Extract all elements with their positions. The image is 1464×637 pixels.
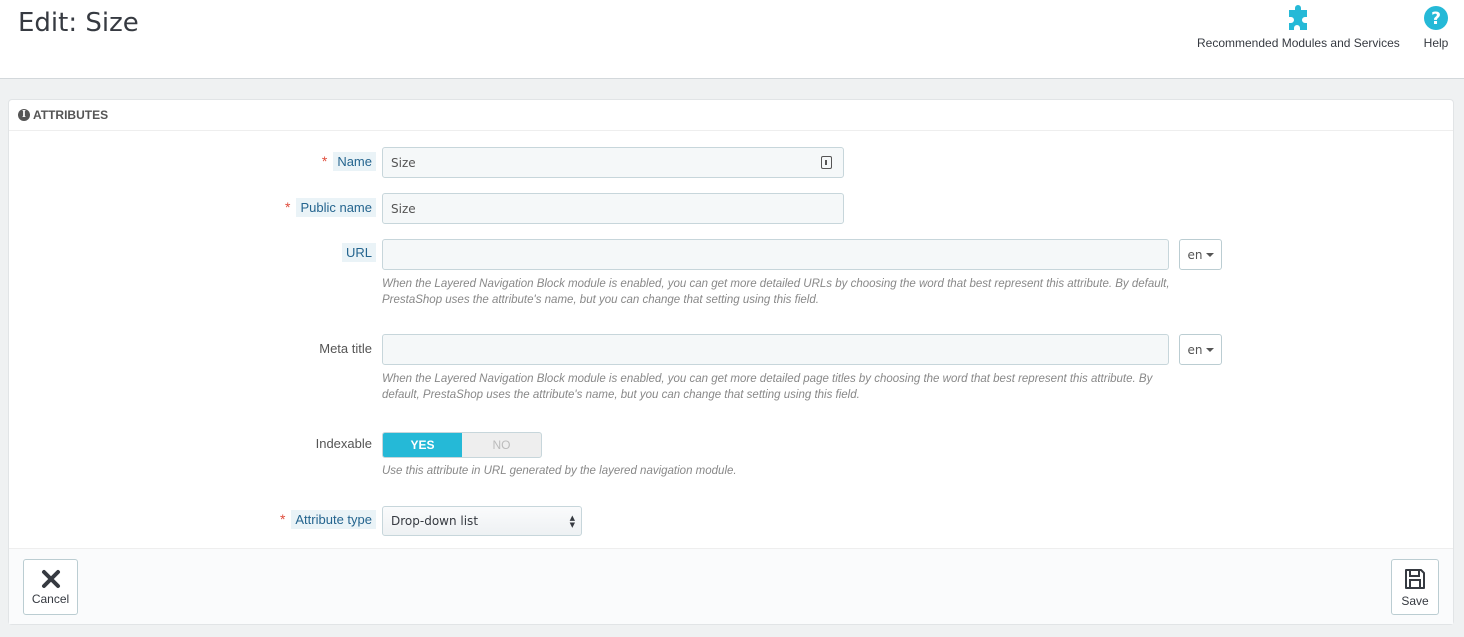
indexable-help-text: Use this attribute in URL generated by t… (382, 465, 737, 477)
attribute-type-label: * Attribute type (279, 510, 376, 529)
meta-title-label: Meta title (319, 341, 372, 356)
name-input[interactable]: Size (382, 147, 844, 178)
page-header: Edit: Size Recommended Modules and Servi… (0, 0, 1464, 79)
public-name-label: * Public name (285, 198, 376, 217)
select-arrows-icon: ▲ ▼ (569, 514, 575, 529)
caret-down-icon (1205, 347, 1214, 352)
panel-footer: Cancel Save (9, 548, 1453, 624)
url-help-text: When the Layered Navigation Block module… (382, 278, 1170, 306)
close-icon (41, 569, 60, 588)
required-marker: * (279, 511, 286, 527)
recommended-modules-label: Recommended Modules and Services (1197, 36, 1400, 50)
indexable-switch[interactable]: YES NO (382, 432, 542, 458)
caret-down-icon (1205, 252, 1214, 257)
panel-heading: i Attributes (9, 100, 1453, 131)
help-button[interactable]: ? Help (1422, 4, 1450, 50)
meta-title-input[interactable] (382, 334, 1169, 365)
help-circle-icon: ? (1424, 6, 1448, 30)
indexable-no-option[interactable]: NO (462, 433, 541, 457)
url-language-dropdown[interactable]: en (1179, 239, 1222, 270)
info-icon: i (18, 109, 30, 121)
translate-icon[interactable] (821, 156, 832, 169)
required-marker: * (321, 153, 328, 169)
indexable-yes-option[interactable]: YES (383, 433, 462, 457)
puzzle-icon (1289, 5, 1308, 30)
indexable-label: Indexable (315, 436, 372, 451)
name-label: * Name (321, 152, 376, 171)
recommended-modules-button[interactable]: Recommended Modules and Services (1197, 4, 1400, 50)
required-marker: * (285, 199, 291, 215)
panel-heading-label: Attributes (33, 108, 109, 122)
attributes-panel: i Attributes * Name Size * Public name Siz… (8, 99, 1454, 625)
url-input[interactable] (382, 239, 1169, 270)
meta-title-language-dropdown[interactable]: en (1179, 334, 1222, 365)
public-name-input[interactable]: Size (382, 193, 844, 224)
meta-title-help-text: When the Layered Navigation Block module… (382, 373, 1153, 401)
attribute-type-select[interactable]: Drop-down list ▲ ▼ (382, 506, 582, 536)
cancel-button[interactable]: Cancel (23, 559, 78, 615)
url-label: URL (341, 243, 376, 262)
save-button[interactable]: Save (1391, 559, 1439, 615)
help-label: Help (1423, 36, 1449, 50)
page-title: Edit: Size (18, 8, 139, 38)
save-icon (1405, 568, 1425, 589)
svg-text:?: ? (1431, 9, 1441, 29)
